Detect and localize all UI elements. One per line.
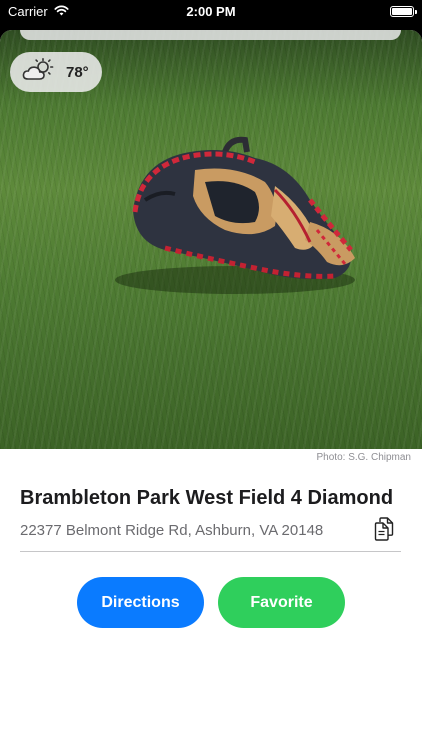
directions-button[interactable]: Directions: [77, 577, 204, 628]
photo-credit: Photo: S.G. Chipman: [316, 452, 412, 463]
carrier-label: Carrier: [8, 3, 48, 19]
sheet-grabber[interactable]: [20, 30, 401, 40]
copy-icon: [374, 516, 394, 546]
weather-badge: 78°: [10, 52, 102, 92]
wifi-icon: [54, 4, 69, 19]
weather-temperature: 78°: [66, 63, 89, 81]
copy-address-button[interactable]: [373, 516, 395, 546]
status-left: Carrier: [8, 4, 69, 19]
status-bar: Carrier 2:00 PM: [0, 0, 422, 22]
place-photo: 78°: [0, 30, 422, 449]
partly-sunny-icon: [22, 57, 56, 87]
favorite-button[interactable]: Favorite: [218, 577, 345, 628]
place-detail-sheet: 78° Photo: S.G. Chipman Brambleton Park …: [0, 30, 422, 750]
address-row: 22377 Belmont Ridge Rd, Ashburn, VA 2014…: [20, 516, 401, 552]
baseball-glove-image: [115, 136, 355, 294]
battery-icon: [390, 5, 417, 17]
place-title: Brambleton Park West Field 4 Diamond: [20, 487, 394, 509]
place-address: 22377 Belmont Ridge Rd, Ashburn, VA 2014…: [20, 522, 324, 539]
